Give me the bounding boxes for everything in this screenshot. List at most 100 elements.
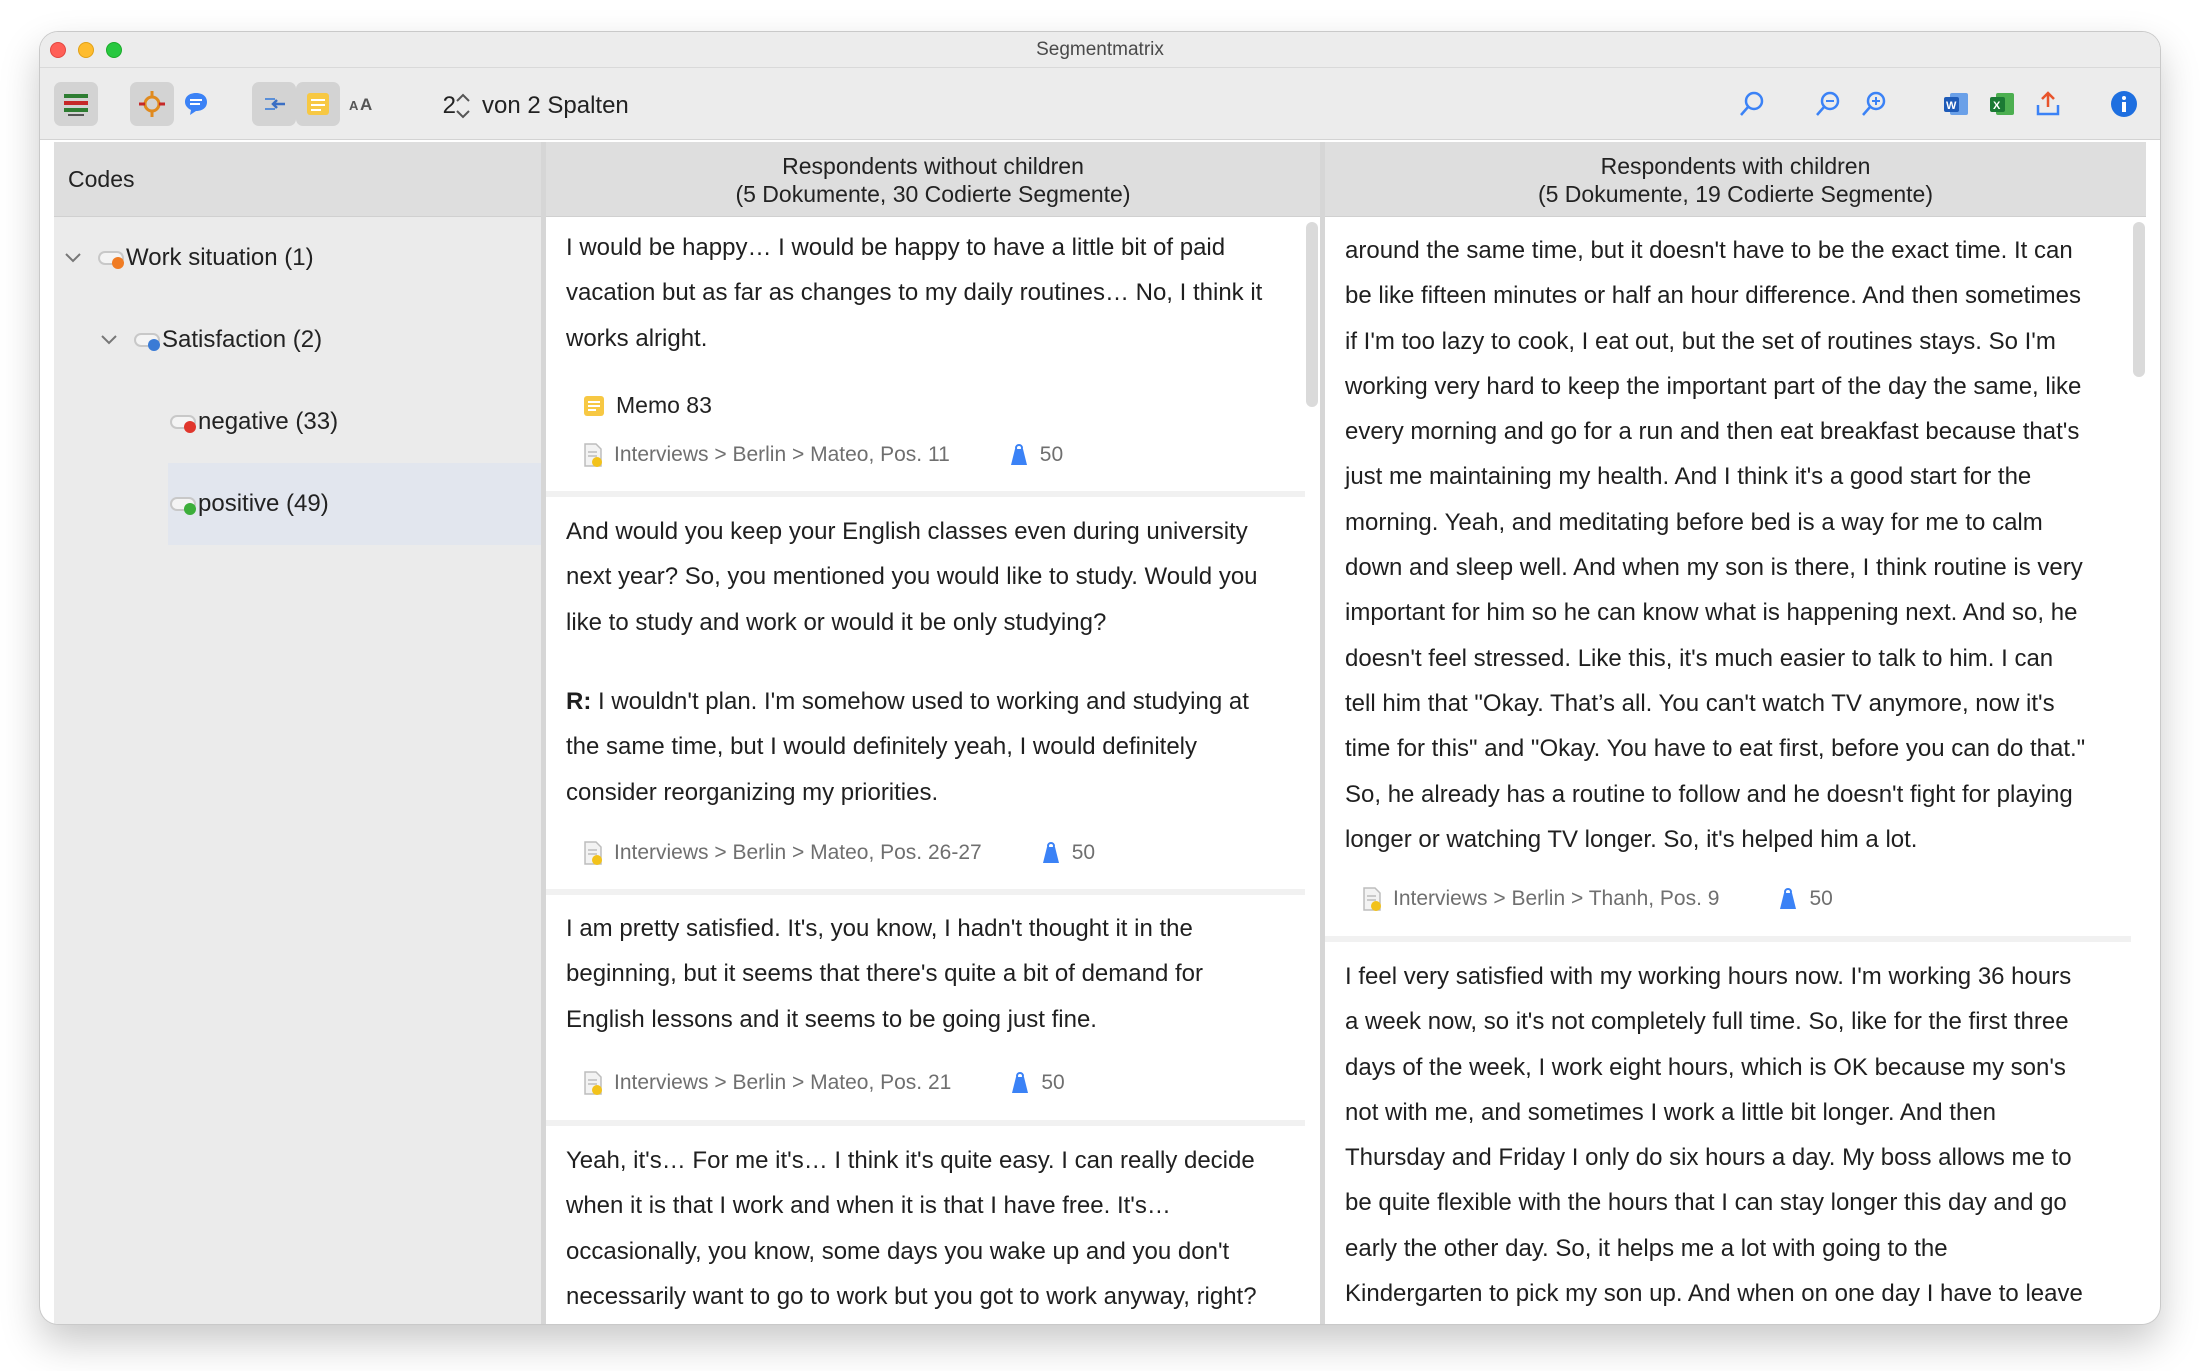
code-label: Satisfaction (2) (162, 326, 323, 353)
source-path: Interviews > Berlin > Mateo, Pos. 11 (614, 443, 950, 466)
code-label: positive (49) (198, 490, 329, 517)
code-label: negative (33) (198, 408, 339, 435)
activate-codes-button[interactable] (130, 82, 174, 126)
memo-label: Memo 83 (616, 392, 712, 418)
weight-icon (1012, 1072, 1029, 1093)
segment-list: around the same time, but it doesn't hav… (1325, 217, 2146, 1324)
svg-text:W: W (1946, 100, 1957, 112)
code-color-icon (96, 247, 126, 269)
code-activation-icon (139, 91, 165, 117)
segment-separator (546, 1120, 1305, 1126)
title-bar: Segmentmatrix (40, 32, 2160, 68)
column-title: Respondents without children (782, 153, 1084, 179)
code-item-negative[interactable]: negative (33) (168, 381, 338, 463)
segment-source[interactable]: Interviews > Berlin > Mateo, Pos. 11 50 (582, 442, 1063, 468)
comment-bubble-icon (185, 93, 207, 115)
code-item-satisfaction[interactable]: Satisfaction (2) (98, 299, 322, 381)
svg-text:X: X (1993, 100, 2001, 112)
segment-text-response[interactable]: R: I wouldn't plan. I'm somehow used to … (566, 679, 1249, 815)
codes-header: Codes (54, 142, 541, 217)
document-icon (584, 443, 602, 467)
font-size-button[interactable]: A A (340, 82, 384, 126)
column-summary: (5 Dokumente, 19 Codierte Segmente) (1537, 181, 1934, 207)
search-icon (1740, 91, 1764, 116)
segment-weight: 50 (1777, 887, 1833, 911)
code-list-icon (64, 94, 88, 116)
column-summary: (5 Dokumente, 30 Codierte Segmente) (735, 181, 1131, 207)
segment-separator (546, 889, 1305, 895)
chevron-down-icon[interactable] (62, 247, 84, 269)
memo-icon (584, 395, 604, 416)
code-item-work-situation[interactable]: Work situation (1) (62, 217, 314, 299)
code-color-icon (132, 329, 162, 351)
segment-separator (1325, 936, 2131, 942)
info-button[interactable] (2102, 82, 2146, 126)
code-color-icon (168, 493, 198, 515)
svg-text:A: A (349, 98, 359, 113)
column-header: Respondents with children (5 Dokumente, … (1325, 142, 2146, 217)
segment-weight: 50 (1008, 443, 1063, 467)
close-window-button[interactable] (50, 42, 66, 58)
weight-icon (1010, 444, 1027, 465)
zoom-out-icon (1816, 91, 1840, 116)
segment-weight: 50 (1009, 1071, 1065, 1095)
comments-button[interactable] (174, 82, 218, 126)
weight-value: 50 (1809, 887, 1833, 910)
export-excel-button[interactable]: X (1980, 82, 2024, 126)
segment-source[interactable]: Interviews > Berlin > Mateo, Pos. 21 50 (582, 1070, 1065, 1096)
source-path: Interviews > Berlin > Mateo, Pos. 26-27 (614, 841, 982, 864)
source-path: Interviews > Berlin > Mateo, Pos. 21 (614, 1071, 952, 1094)
chevron-down-icon[interactable] (98, 329, 120, 351)
columns-stepper[interactable] (454, 86, 472, 126)
segment-memo[interactable]: Memo 83 (582, 392, 712, 419)
zoom-in-button[interactable] (1852, 82, 1896, 126)
codes-panel: Codes Work situation (1) Satisfaction (2… (54, 142, 541, 1324)
zoom-out-button[interactable] (1806, 82, 1850, 126)
weight-value: 50 (1071, 841, 1096, 864)
segment-text[interactable]: I am pretty satisfied. It's, you know, I… (566, 906, 1203, 1042)
document-icon (584, 1071, 602, 1095)
minimize-window-button[interactable] (78, 42, 94, 58)
code-label: Work situation (1) (126, 244, 314, 271)
memo-icon (307, 93, 329, 115)
show-memos-button[interactable] (296, 82, 340, 126)
matrix-column-without-children: Respondents without children (5 Dokument… (546, 142, 1320, 1324)
upload-icon (2036, 91, 2060, 116)
show-sources-button[interactable] (252, 82, 296, 126)
column-scrollbar[interactable] (1306, 222, 1318, 407)
column-title: Respondents with children (1600, 153, 1871, 179)
segment-text[interactable]: I feel very satisfied with my working ho… (1345, 954, 2083, 1316)
segment-separator (546, 491, 1305, 497)
weight-icon (1042, 842, 1059, 863)
source-path: Interviews > Berlin > Thanh, Pos. 9 (1393, 887, 1720, 910)
segment-text[interactable]: And would you keep your English classes … (566, 509, 1258, 645)
search-button[interactable] (1730, 82, 1774, 126)
segment-weight: 50 (1040, 841, 1095, 865)
source-arrow-icon (265, 98, 285, 110)
column-scrollbar[interactable] (2133, 222, 2145, 377)
svg-text:A: A (360, 95, 372, 114)
export-button[interactable] (2026, 82, 2070, 126)
speaker-label: R: (566, 688, 592, 715)
document-icon (1363, 887, 1381, 911)
segment-text[interactable]: around the same time, but it doesn't hav… (1345, 228, 2085, 862)
window-title: Segmentmatrix (1036, 39, 1164, 60)
code-tree-toggle-button[interactable] (54, 82, 98, 126)
export-word-button[interactable]: W (1934, 82, 1978, 126)
zoom-in-icon (1862, 91, 1886, 116)
segment-text[interactable]: I would be happy… I would be happy to ha… (566, 225, 1262, 361)
zoom-window-button[interactable] (106, 42, 122, 58)
font-size-icon: A A (349, 95, 372, 114)
code-color-icon (168, 411, 198, 433)
columns-label: von 2 Spalten (482, 92, 629, 119)
segment-source[interactable]: Interviews > Berlin > Thanh, Pos. 9 50 (1361, 886, 1833, 912)
word-icon: W (1944, 93, 1968, 115)
segment-list: I would be happy… I would be happy to ha… (546, 217, 1320, 1324)
segment-source[interactable]: Interviews > Berlin > Mateo, Pos. 26-27 … (582, 840, 1095, 866)
segment-text[interactable]: Yeah, it's… For me it's… I think it's qu… (566, 1138, 1257, 1319)
document-icon (584, 841, 602, 865)
weight-value: 50 (1041, 1071, 1065, 1094)
toolbar: A A 2 von 2 Spalten W X (40, 68, 2160, 140)
code-item-positive[interactable]: positive (49) (168, 463, 541, 545)
weight-icon (1780, 888, 1797, 909)
